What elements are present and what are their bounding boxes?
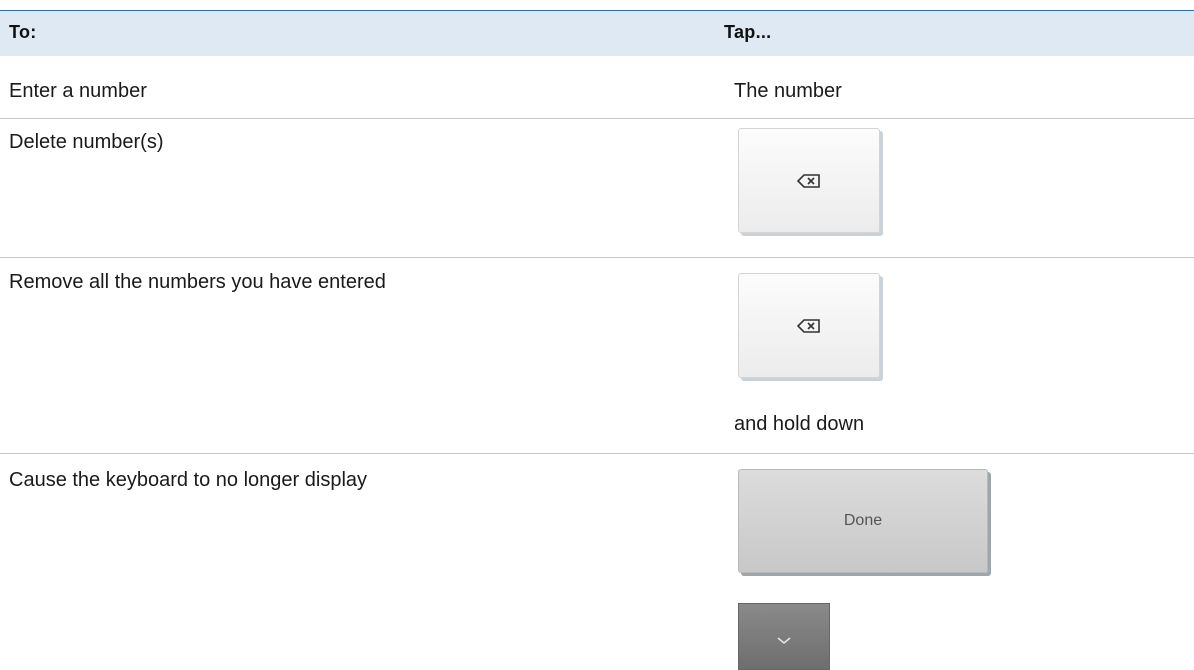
row-1-tap: The number: [734, 80, 842, 102]
row-divider: [0, 453, 1194, 454]
backspace-icon: [797, 173, 820, 188]
backspace-key: [738, 128, 880, 233]
backspace-key: [738, 273, 880, 378]
row-4-action: Cause the keyboard to no longer display: [9, 469, 368, 491]
row-divider: [0, 118, 1194, 119]
hide-keyboard-key: [738, 603, 830, 670]
row-3-tap-suffix: and hold down: [734, 413, 865, 435]
header-to: To:: [9, 22, 37, 42]
done-key: Done: [738, 469, 988, 573]
header-tap: Tap...: [724, 22, 772, 42]
done-key-label: Done: [843, 512, 883, 529]
row-1-action: Enter a number: [9, 80, 147, 102]
row-2-action: Delete number(s): [9, 131, 164, 153]
backspace-icon: [797, 318, 820, 333]
instruction-table: To: Tap... Enter a number The number Del…: [0, 0, 1194, 670]
row-divider: [0, 257, 1194, 258]
table-header: [0, 11, 1194, 56]
row-3-action: Remove all the numbers you have entered: [9, 271, 386, 293]
chevron-down-icon: [777, 636, 791, 644]
